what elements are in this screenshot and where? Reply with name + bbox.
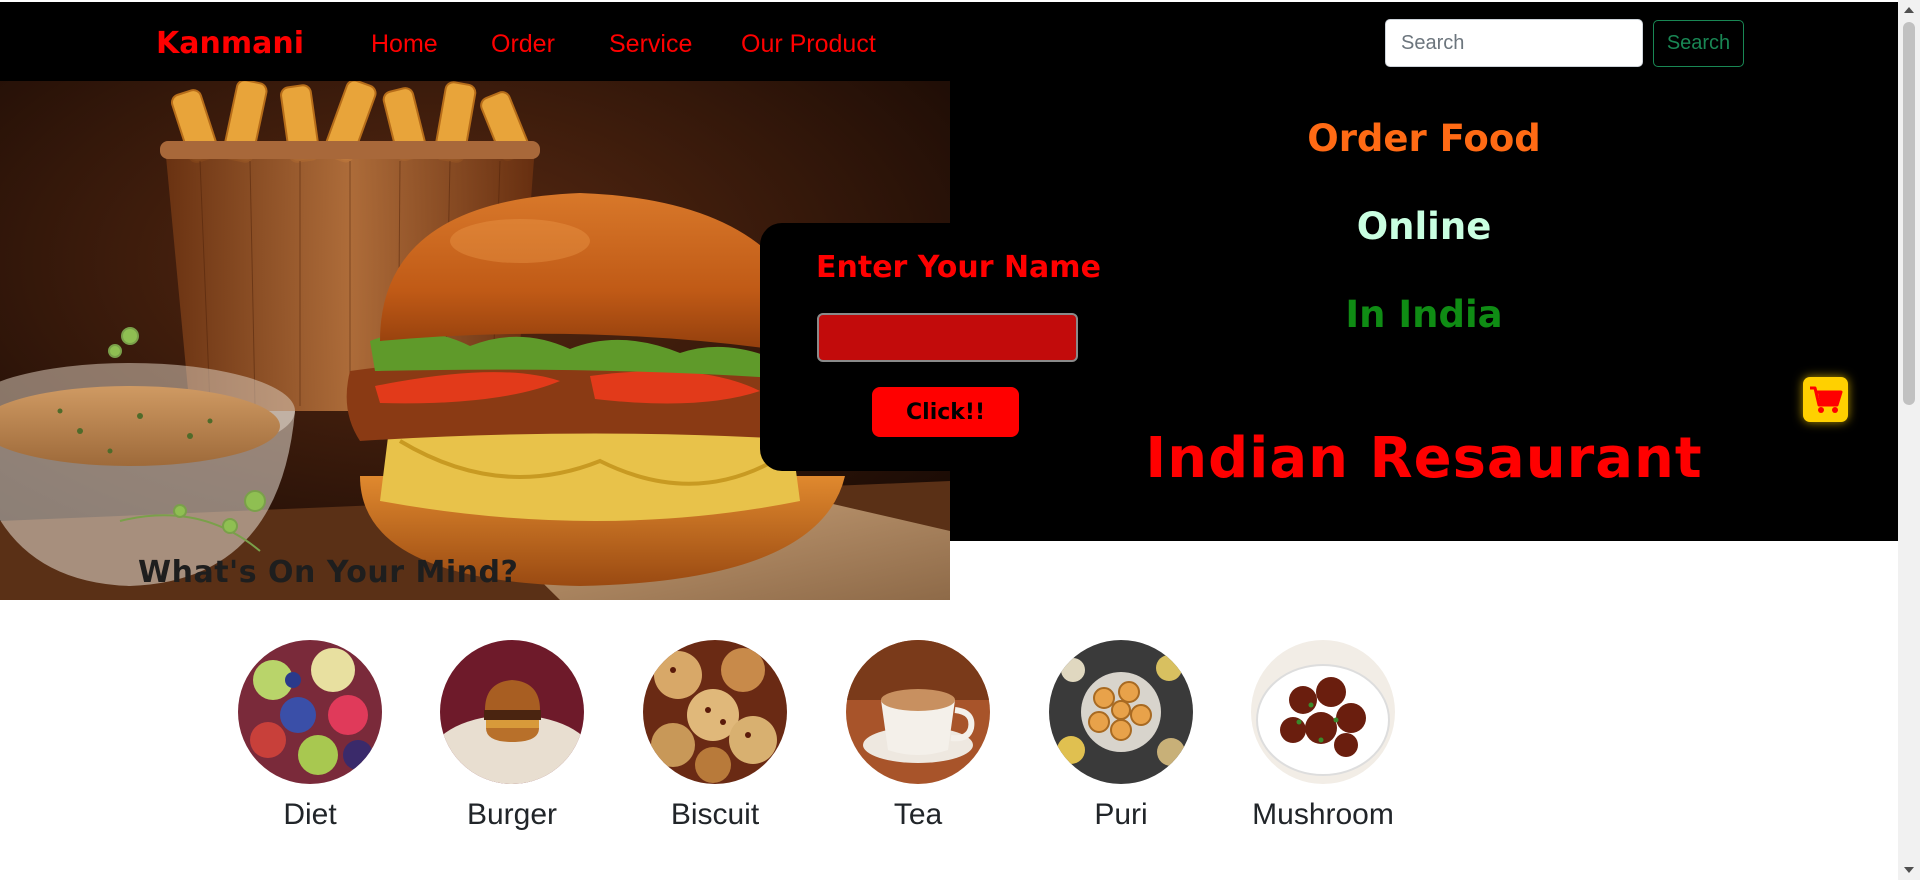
- category-label: Diet: [283, 798, 337, 831]
- hero-caption: What's On Your Mind?: [138, 555, 519, 590]
- category-burger[interactable]: Burger: [440, 640, 640, 831]
- headline-order-food: Order Food: [1307, 117, 1541, 160]
- submit-name-button[interactable]: Click!!: [872, 387, 1019, 437]
- category-mushroom[interactable]: Mushroom: [1251, 640, 1451, 831]
- brand-logo[interactable]: Kanmani: [156, 26, 304, 61]
- biscuit-image: [643, 640, 787, 784]
- mushroom-image: [1251, 640, 1395, 784]
- hero-panel: Order Food Online In India Indian Resaur…: [950, 81, 1898, 541]
- nav-link-service[interactable]: Service: [609, 30, 692, 59]
- headline-online: Online: [1356, 205, 1492, 248]
- scrollbar-thumb[interactable]: [1903, 22, 1915, 405]
- scroll-up-icon[interactable]: [1898, 0, 1920, 20]
- category-label: Tea: [893, 798, 943, 831]
- category-label: Puri: [1094, 798, 1148, 831]
- navbar: Kanmani Home Order Service Our Product S…: [0, 2, 1898, 81]
- shopping-cart-icon: [1809, 386, 1842, 413]
- category-diet[interactable]: Diet: [238, 640, 438, 831]
- nav-link-order[interactable]: Order: [491, 30, 555, 59]
- burger-image: [440, 640, 584, 784]
- category-label: Biscuit: [670, 798, 760, 831]
- category-label: Mushroom: [1252, 798, 1394, 831]
- name-input[interactable]: [817, 313, 1078, 362]
- nav-link-our-product[interactable]: Our Product: [741, 30, 876, 59]
- diet-image: [238, 640, 382, 784]
- nav-link-home[interactable]: Home: [371, 30, 438, 59]
- vertical-scrollbar[interactable]: [1898, 0, 1920, 880]
- cart-button[interactable]: [1803, 377, 1848, 422]
- name-label: Enter Your Name: [816, 250, 1101, 285]
- name-form-card: Enter Your Name Click!!: [760, 223, 1101, 471]
- restaurant-title: Indian Resaurant: [1145, 426, 1703, 491]
- category-label: Burger: [466, 798, 558, 831]
- search-button[interactable]: Search: [1653, 20, 1744, 67]
- scroll-down-icon[interactable]: [1898, 860, 1920, 880]
- category-puri[interactable]: Puri: [1049, 640, 1249, 831]
- puri-image: [1049, 640, 1193, 784]
- search-input[interactable]: [1385, 19, 1643, 67]
- category-biscuit[interactable]: Biscuit: [643, 640, 843, 831]
- tea-image: [846, 640, 990, 784]
- headline-in-india: In India: [1345, 293, 1503, 336]
- category-tea[interactable]: Tea: [846, 640, 1046, 831]
